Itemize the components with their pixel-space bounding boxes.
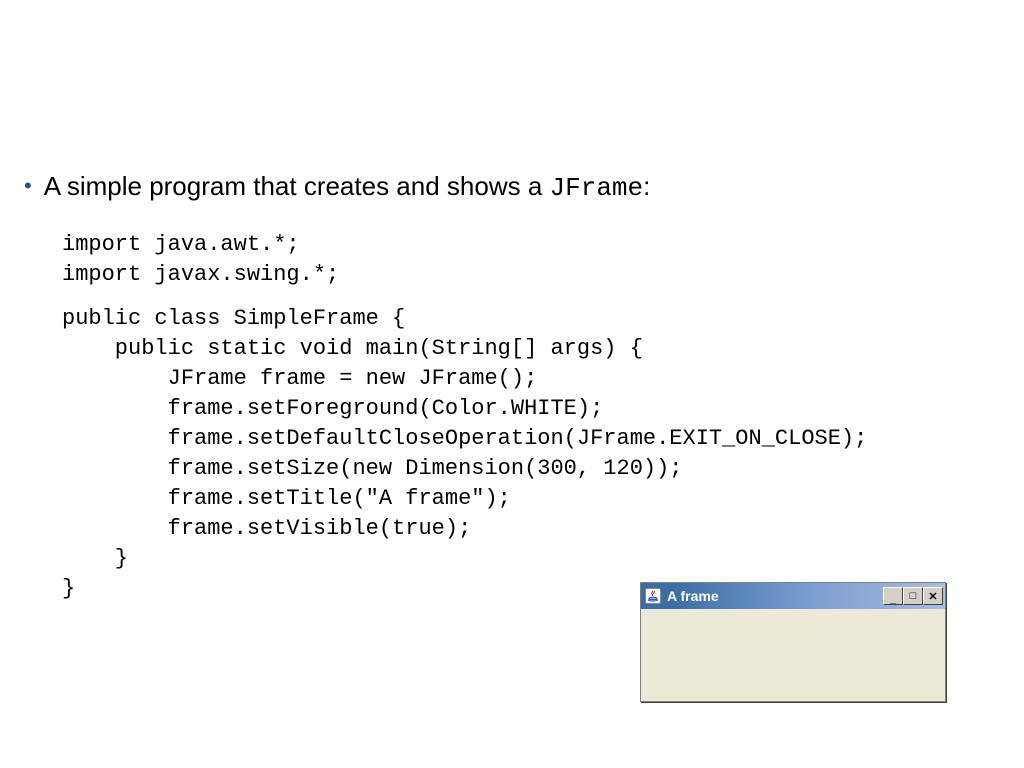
bullet-text: A simple program that creates and shows … — [44, 170, 651, 204]
close-icon: ✕ — [928, 590, 937, 603]
code-line-2: import javax.swing.*; — [62, 262, 339, 287]
bullet-item: • A simple program that creates and show… — [20, 170, 1024, 204]
code-line-6: frame.setForeground(Color.WHITE); — [62, 396, 603, 421]
bullet-suffix: : — [643, 171, 650, 201]
java-cup-icon — [645, 588, 661, 604]
minimize-icon: _ — [890, 593, 896, 605]
code-line-7: frame.setDefaultCloseOperation(JFrame.EX… — [62, 426, 867, 451]
jframe-titlebar[interactable]: A frame _ □ ✕ — [641, 583, 945, 609]
code-line-3: public class SimpleFrame { — [62, 306, 405, 331]
code-block: import java.awt.*; import javax.swing.*;… — [62, 230, 1024, 604]
slide: • A simple program that creates and show… — [0, 0, 1024, 768]
code-line-5: JFrame frame = new JFrame(); — [62, 366, 537, 391]
code-line-12: } — [62, 576, 75, 601]
jframe-title: A frame — [667, 588, 883, 604]
maximize-icon: □ — [910, 590, 917, 602]
bullet-code-word: JFrame — [550, 173, 644, 203]
minimize-button[interactable]: _ — [883, 587, 903, 605]
code-line-1: import java.awt.*; — [62, 232, 300, 257]
code-line-9: frame.setTitle("A frame"); — [62, 486, 511, 511]
code-line-10: frame.setVisible(true); — [62, 516, 471, 541]
code-line-4: public static void main(String[] args) { — [62, 336, 643, 361]
close-button[interactable]: ✕ — [923, 587, 943, 605]
code-line-8: frame.setSize(new Dimension(300, 120)); — [62, 456, 683, 481]
jframe-window-controls: _ □ ✕ — [883, 587, 943, 605]
jframe-window: A frame _ □ ✕ — [640, 582, 946, 702]
maximize-button[interactable]: □ — [903, 587, 923, 605]
bullet-dot-icon: • — [24, 170, 32, 202]
jframe-body — [641, 609, 945, 701]
code-line-11: } — [62, 546, 128, 571]
bullet-prefix: A simple program that creates and shows … — [44, 171, 550, 201]
